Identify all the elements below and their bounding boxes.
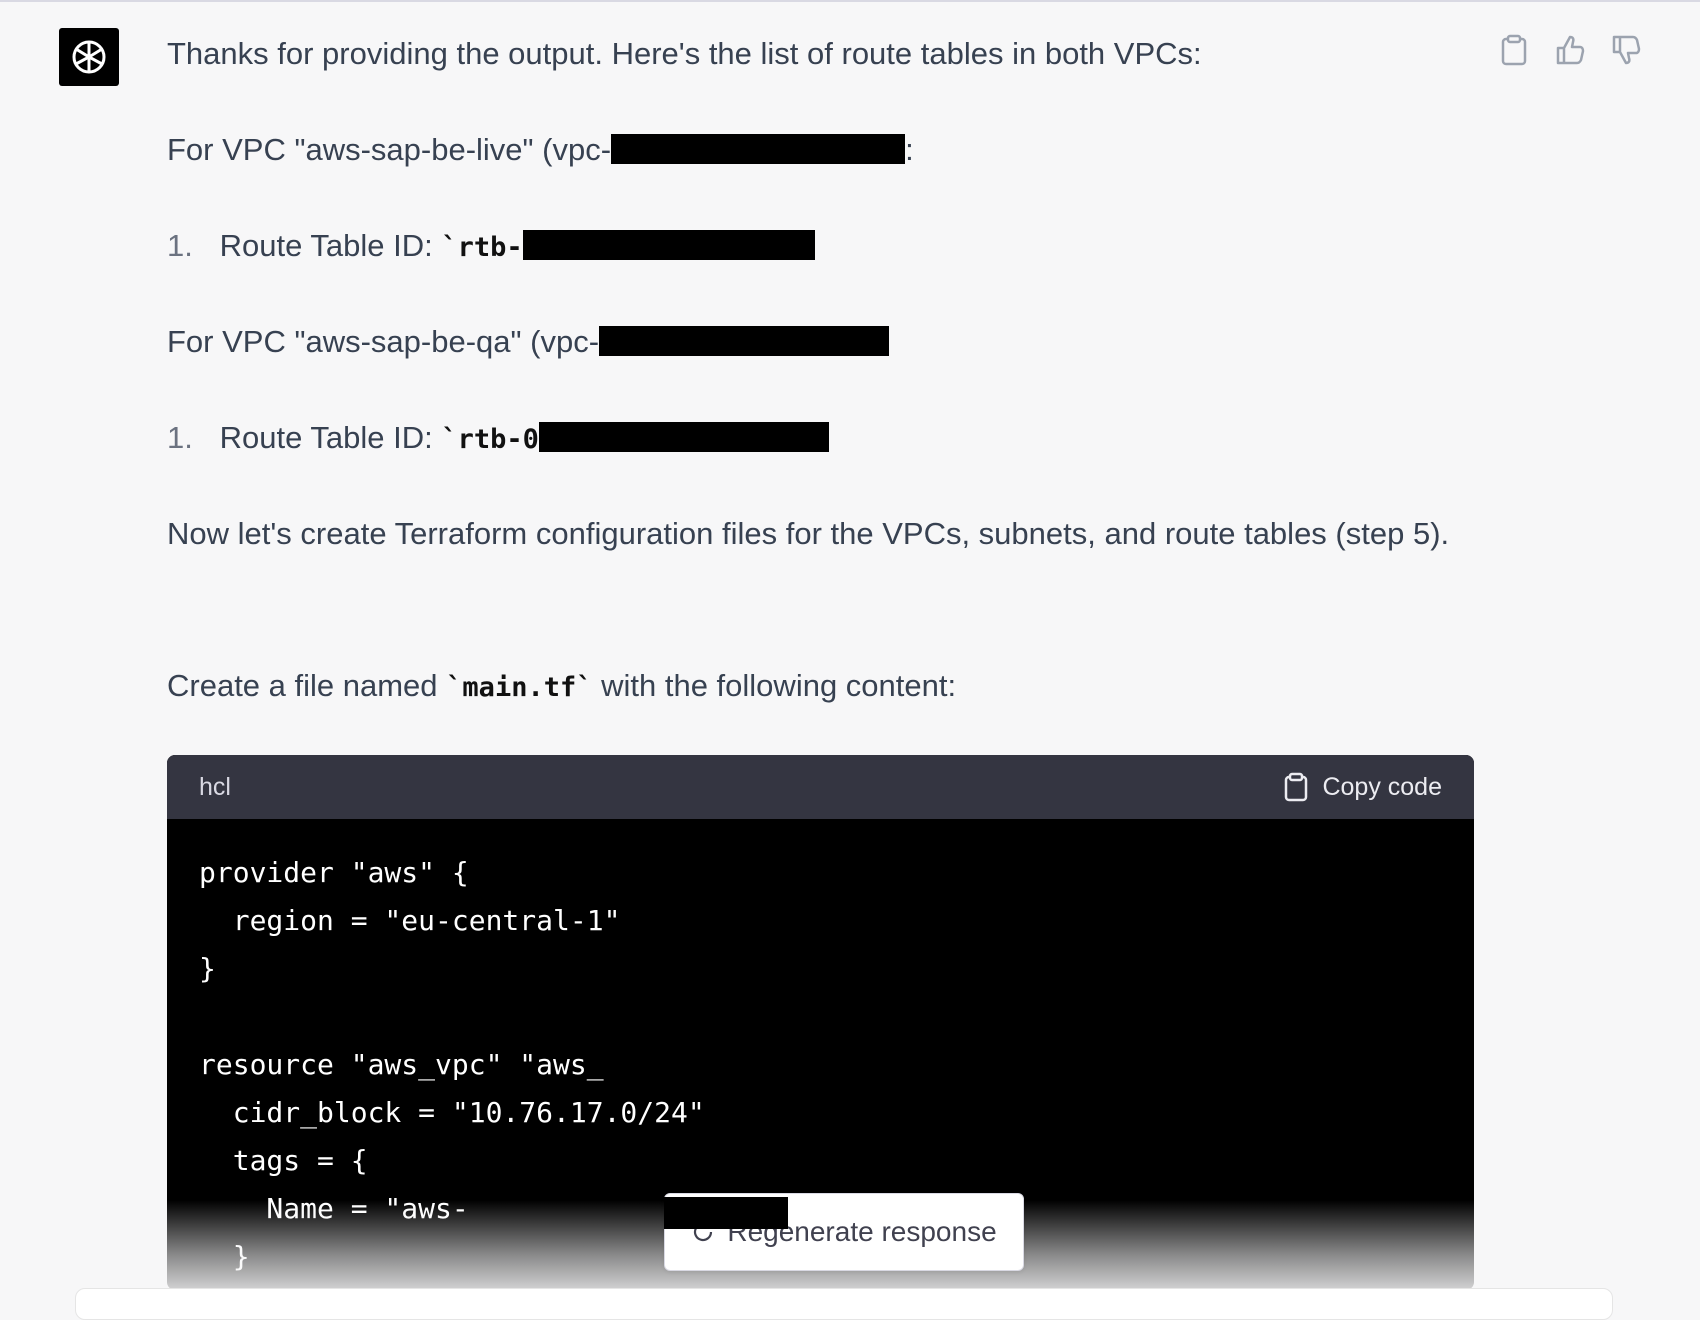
redacted-vpc-id bbox=[611, 134, 906, 164]
clipboard-icon bbox=[1501, 34, 1527, 66]
list-item: 1. Route Table ID: `rtb-0 bbox=[167, 410, 829, 467]
thumbs-down-icon bbox=[1612, 35, 1641, 65]
copy-code-button[interactable]: Copy code bbox=[1284, 772, 1442, 802]
filename-code: `main.tf` bbox=[446, 672, 593, 703]
vpc-live-suffix: : bbox=[905, 132, 914, 167]
list-item: 1. Route Table ID: `rtb- bbox=[167, 218, 815, 275]
vpc-live-label: For VPC "aws-sap-be-live" (vpc- bbox=[167, 132, 612, 167]
thumbs-up-icon bbox=[1556, 35, 1585, 65]
openai-logo-icon bbox=[72, 40, 106, 74]
redaction-box bbox=[664, 1197, 788, 1229]
intro-text: Thanks for providing the output. Here's … bbox=[167, 36, 1202, 71]
code-header: hcl Copy code bbox=[167, 755, 1474, 819]
route-table-label: Route Table ID: bbox=[219, 228, 433, 263]
top-divider bbox=[0, 0, 1700, 2]
vpc-live-line: For VPC "aws-sap-be-live" (vpc-: bbox=[167, 122, 914, 177]
code-language: hcl bbox=[199, 772, 231, 801]
chat-input[interactable] bbox=[75, 1288, 1613, 1320]
redacted-vpc-id bbox=[599, 326, 890, 356]
route-table-code: `rtb-0 bbox=[441, 424, 539, 455]
route-table-code: `rtb- bbox=[441, 232, 523, 263]
thumbs-down-button[interactable] bbox=[1610, 32, 1642, 68]
create-file-line: Create a file named `main.tf` with the f… bbox=[167, 658, 956, 715]
next-step-text: Now let's create Terraform configuration… bbox=[167, 516, 1450, 551]
create-prefix: Create a file named bbox=[167, 668, 438, 703]
message-actions bbox=[1498, 32, 1642, 68]
copy-message-button[interactable] bbox=[1498, 32, 1530, 68]
copy-code-label: Copy code bbox=[1322, 772, 1442, 801]
redacted-route-table-id bbox=[522, 230, 815, 260]
redacted-route-table-id bbox=[538, 422, 829, 452]
vpc-qa-line: For VPC "aws-sap-be-qa" (vpc- bbox=[167, 314, 890, 369]
list-number: 1. bbox=[167, 228, 193, 263]
list-number: 1. bbox=[167, 420, 193, 455]
route-table-label: Route Table ID: bbox=[219, 420, 433, 455]
thumbs-up-button[interactable] bbox=[1554, 32, 1586, 68]
clipboard-icon bbox=[1285, 772, 1308, 802]
vpc-qa-label: For VPC "aws-sap-be-qa" (vpc- bbox=[167, 324, 600, 359]
create-suffix: with the following content: bbox=[601, 668, 957, 703]
assistant-avatar bbox=[59, 28, 119, 86]
